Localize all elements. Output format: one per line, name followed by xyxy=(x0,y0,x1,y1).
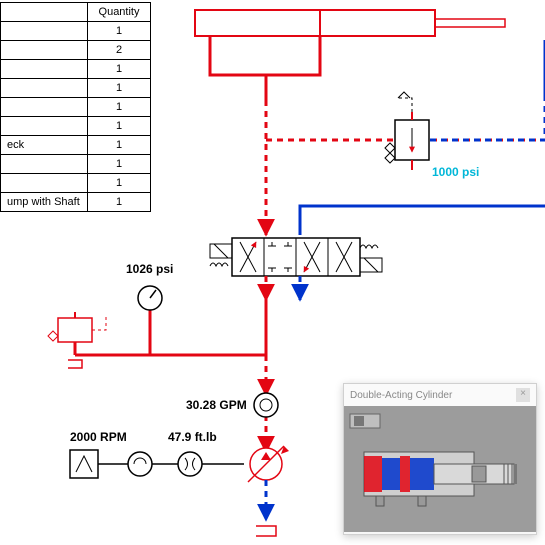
flow-meter-icon[interactable] xyxy=(254,393,278,417)
flow-label: 30.28 GPM xyxy=(186,398,247,412)
gauge-label: 1026 psi xyxy=(126,262,173,276)
relief-valve-icon[interactable] xyxy=(48,312,106,368)
coupling-icon[interactable] xyxy=(128,452,152,476)
popup-header[interactable]: Double-Acting Cylinder × xyxy=(344,384,536,406)
tank-icon[interactable] xyxy=(256,526,276,536)
cylinder-cutaway-icon xyxy=(344,406,536,532)
close-icon[interactable]: × xyxy=(516,388,530,402)
component-popup[interactable]: Double-Acting Cylinder × xyxy=(343,383,537,535)
relief-valve-icon[interactable] xyxy=(385,92,429,170)
cylinder-icon[interactable] xyxy=(195,10,505,36)
pressure-line xyxy=(210,36,320,100)
directional-valve-icon[interactable] xyxy=(210,238,382,276)
coupling-icon[interactable] xyxy=(178,452,202,476)
torque-label: 47.9 ft.lb xyxy=(168,430,217,444)
return-line-dashed xyxy=(430,100,545,140)
pressure-label: 1000 psi xyxy=(432,165,479,179)
motor-icon[interactable] xyxy=(70,450,98,478)
pressure-line xyxy=(75,286,266,355)
popup-title: Double-Acting Cylinder xyxy=(350,390,452,401)
rpm-label: 2000 RPM xyxy=(70,430,127,444)
popup-body xyxy=(344,406,536,532)
variable-pump-icon[interactable] xyxy=(248,446,289,482)
